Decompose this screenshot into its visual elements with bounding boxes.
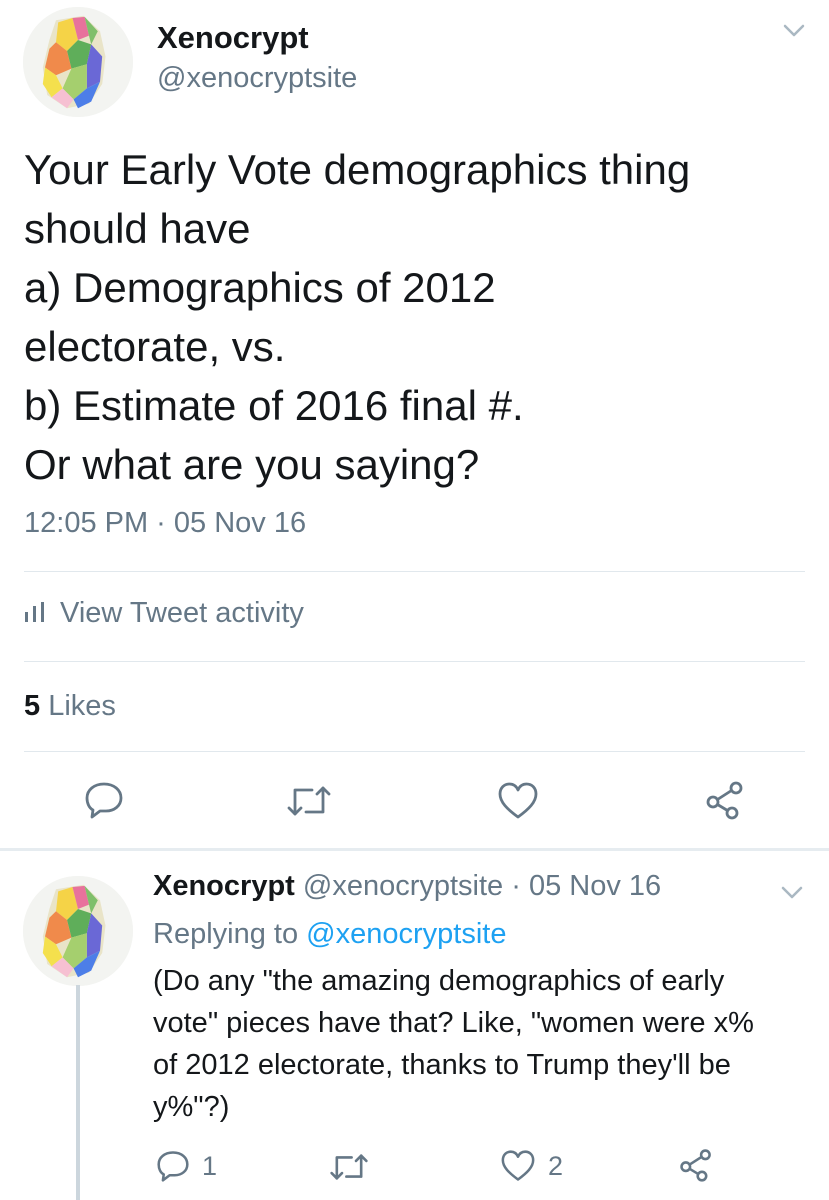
heart-icon	[498, 782, 538, 819]
reply-count: 1	[202, 1150, 218, 1181]
avatar[interactable]	[23, 7, 133, 117]
reply-icon	[85, 782, 123, 819]
reply-author-handle[interactable]: @xenocryptsite	[303, 870, 503, 902]
map-avatar-image	[23, 7, 133, 117]
divider	[24, 751, 805, 752]
likes-label: Likes	[48, 690, 116, 722]
reply-icon	[157, 1151, 189, 1182]
view-tweet-activity-link[interactable]: View Tweet activity	[24, 597, 304, 630]
likes-number: 5	[24, 690, 41, 722]
reply-author-name[interactable]: Xenocrypt	[153, 870, 295, 902]
reply-reply-button[interactable]: 1	[156, 1150, 217, 1182]
retweet-icon	[330, 1154, 368, 1180]
reply-like-button[interactable]: 2	[500, 1150, 563, 1182]
divider	[24, 571, 805, 572]
retweet-icon	[287, 786, 331, 816]
author-name[interactable]: Xenocrypt	[157, 20, 309, 56]
reply-avatar[interactable]	[23, 876, 133, 986]
heart-icon	[501, 1150, 535, 1181]
thread-line	[76, 985, 80, 1200]
section-divider	[0, 848, 829, 851]
map-avatar-image	[23, 876, 133, 986]
replying-to: Replying to @xenocryptsite	[153, 918, 506, 951]
bar-chart-icon	[24, 597, 46, 630]
author-handle[interactable]: @xenocryptsite	[157, 62, 357, 95]
reply-date[interactable]: 05 Nov 16	[529, 870, 661, 902]
retweet-button[interactable]	[286, 784, 332, 818]
like-button[interactable]	[497, 782, 539, 820]
share-icon	[706, 781, 743, 820]
likes-count[interactable]: 5 Likes	[24, 690, 116, 723]
activity-label: View Tweet activity	[60, 597, 304, 629]
reply-header: Xenocrypt @xenocryptsite · 05 Nov 16	[153, 870, 661, 903]
replying-prefix: Replying to	[153, 918, 299, 950]
tweet-timestamp[interactable]: 12:05 PM · 05 Nov 16	[24, 507, 306, 540]
reply-share-button[interactable]	[679, 1148, 713, 1182]
share-icon	[680, 1149, 711, 1182]
reply-button[interactable]	[84, 781, 124, 819]
reply-retweet-button[interactable]	[329, 1152, 369, 1182]
tweet-text: Your Early Vote demographics thing shoul…	[24, 146, 691, 488]
like-count: 2	[548, 1150, 564, 1181]
share-button[interactable]	[705, 780, 745, 820]
chevron-down-icon[interactable]	[783, 24, 805, 43]
chevron-down-icon[interactable]	[781, 886, 803, 905]
replying-to-link[interactable]: @xenocryptsite	[306, 918, 506, 950]
reply-text: (Do any "the amazing demographics of ear…	[153, 965, 754, 1123]
reply-separator: ·	[511, 870, 521, 902]
divider	[24, 661, 805, 662]
